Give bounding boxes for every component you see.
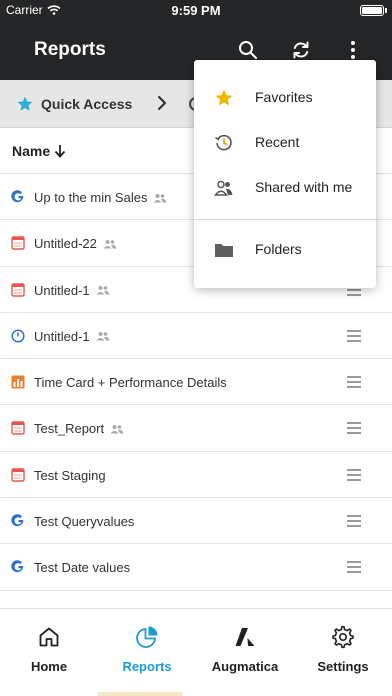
menu-item-label: Shared with me <box>255 179 353 195</box>
bar-chart-report-icon <box>11 375 25 389</box>
calendar-report-icon <box>11 421 25 436</box>
drag-handle-icon[interactable] <box>347 329 361 342</box>
table-row[interactable]: Test_Report <box>0 405 392 452</box>
menu-item-favorites[interactable]: Favorites <box>194 76 376 120</box>
shared-users-icon <box>153 193 167 203</box>
sort-label: Name <box>12 143 51 159</box>
tab-label: Settings <box>317 659 369 674</box>
shared-users-icon <box>96 332 110 341</box>
calendar-report-icon <box>11 282 25 297</box>
menu-item-folders[interactable]: Folders <box>194 228 376 272</box>
home-icon <box>39 627 59 647</box>
augmatica-logo-icon <box>235 628 255 646</box>
sort-by-name-button[interactable]: Name <box>12 143 66 159</box>
calendar-report-icon <box>11 236 25 250</box>
menu-item-label: Recent <box>255 134 300 150</box>
drag-handle-icon[interactable] <box>347 422 361 435</box>
google-analytics-icon <box>11 560 24 573</box>
menu-item-shared-with-me[interactable]: Shared with me <box>194 166 376 210</box>
google-analytics-icon <box>11 514 24 527</box>
tab-reports[interactable]: Reports <box>98 609 196 696</box>
report-name: Time Card + Performance Details <box>34 375 227 391</box>
options-dropdown: Favorites Recent Shared with me Folders <box>194 60 376 288</box>
folder-icon <box>215 244 233 257</box>
tab-label: Reports <box>122 659 172 674</box>
drag-handle-icon[interactable] <box>347 376 361 389</box>
report-name: Untitled-22 <box>34 236 97 252</box>
tab-label: Augmatica <box>211 659 279 674</box>
clock-report-icon <box>11 329 25 343</box>
status-time: 9:59 PM <box>171 3 221 18</box>
report-name: Up to the min Sales <box>34 190 148 205</box>
drag-handle-icon[interactable] <box>347 561 361 574</box>
shared-users-icon <box>96 286 110 295</box>
tab-augmatica[interactable]: Augmatica <box>196 609 294 696</box>
shared-users-icon <box>214 180 233 196</box>
shared-users-icon <box>103 239 117 249</box>
tab-home[interactable]: Home <box>0 609 98 696</box>
report-name: Untitled-1 <box>34 328 90 344</box>
report-name: Test Queryvalues <box>34 514 135 530</box>
arrow-down-icon <box>54 145 66 158</box>
tab-settings[interactable]: Settings <box>294 609 392 696</box>
report-name: Test Staging <box>34 467 106 483</box>
quick-access-label: Quick Access <box>41 96 133 112</box>
star-icon <box>17 96 33 111</box>
page-title: Reports <box>34 39 106 60</box>
table-row[interactable]: Test Date values <box>0 544 392 591</box>
menu-item-recent[interactable]: Recent <box>194 121 376 165</box>
table-row[interactable]: Time Card + Performance Details <box>0 359 392 406</box>
chevron-right-icon[interactable] <box>156 94 168 112</box>
calendar-report-icon <box>11 468 25 482</box>
menu-divider <box>194 219 376 220</box>
table-row[interactable]: Test Queryvalues <box>0 498 392 545</box>
pie-chart-icon <box>136 626 158 648</box>
search-icon <box>239 41 258 60</box>
gear-icon <box>332 625 354 649</box>
star-icon <box>215 89 233 106</box>
google-analytics-icon <box>11 190 24 203</box>
report-name: Test_Report <box>34 421 105 437</box>
drag-handle-icon[interactable] <box>347 468 361 481</box>
refresh-icon <box>293 41 309 59</box>
battery-icon <box>360 5 384 16</box>
table-row[interactable]: Test Staging <box>0 451 392 499</box>
tab-label: Home <box>30 659 68 674</box>
more-vertical-icon <box>351 41 355 59</box>
table-row[interactable]: Untitled-1 <box>0 312 392 360</box>
history-icon <box>215 134 232 151</box>
drag-handle-icon[interactable] <box>347 515 361 528</box>
menu-item-label: Favorites <box>255 89 313 105</box>
bottom-tab-bar: Home Reports Augmatica Settings <box>0 608 392 696</box>
menu-item-label: Folders <box>255 241 302 257</box>
report-name: Untitled-1 <box>34 282 90 298</box>
shared-users-icon <box>110 425 124 434</box>
active-tab-indicator <box>98 692 182 696</box>
status-bar: Carrier 9:59 PM <box>0 0 392 20</box>
report-name: Test Date values <box>34 560 131 576</box>
